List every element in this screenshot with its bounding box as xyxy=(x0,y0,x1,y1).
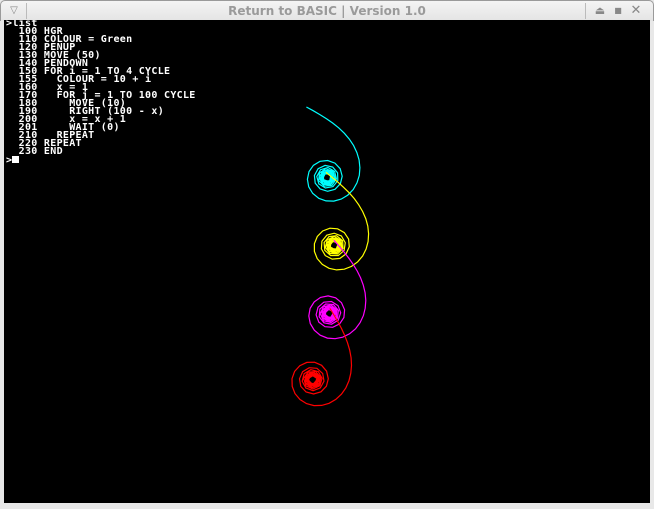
spiral-arm-1 xyxy=(306,106,361,202)
basic-screen[interactable]: >list 100 HGR 110 COLOUR = Green 120 PEN… xyxy=(4,20,650,503)
text-cursor xyxy=(12,156,20,163)
maximize-button[interactable]: ■ xyxy=(611,4,625,18)
spiral-arm-2 xyxy=(313,171,370,271)
spiral-arm-4 xyxy=(291,308,353,407)
divider xyxy=(585,3,586,19)
window-title: Return to BASIC | Version 1.0 xyxy=(228,4,426,18)
close-button[interactable]: ✕ xyxy=(629,4,643,18)
program-listing: >list 100 HGR 110 COLOUR = Green 120 PEN… xyxy=(6,20,196,166)
shade-button[interactable]: ⏏ xyxy=(593,4,607,18)
title-bar: ▽ Return to BASIC | Version 1.0 ⏏ ■ ✕ xyxy=(0,0,654,21)
